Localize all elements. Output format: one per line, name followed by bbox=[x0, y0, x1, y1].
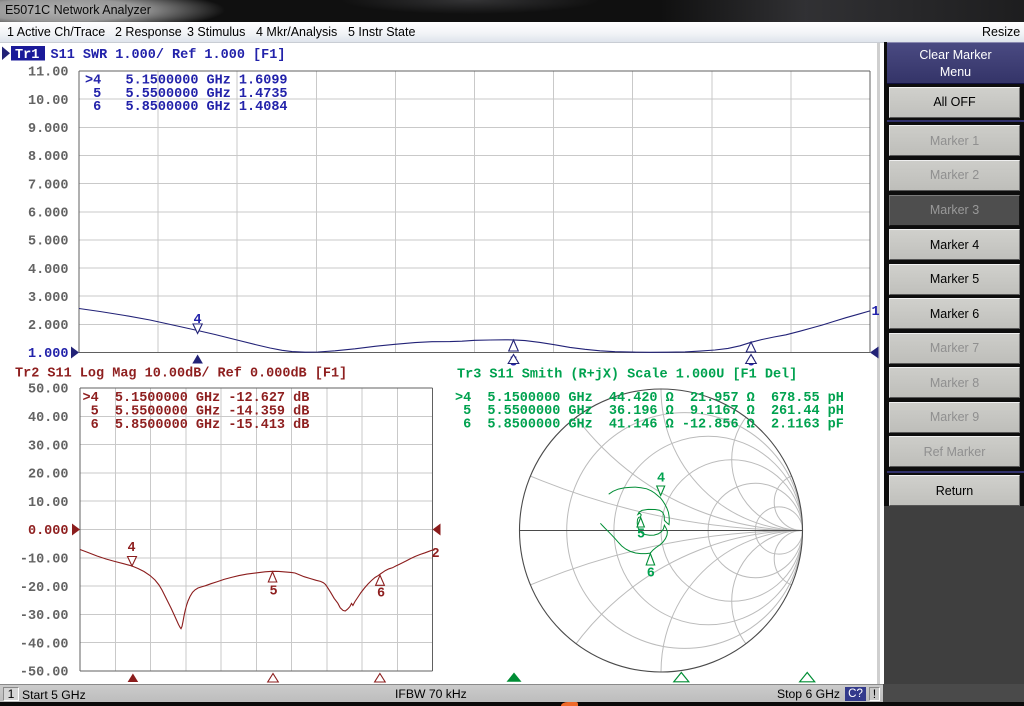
svg-text:5.000: 5.000 bbox=[28, 235, 69, 250]
svg-text:6: 6 bbox=[377, 587, 385, 602]
svg-text:4: 4 bbox=[128, 541, 136, 556]
svg-text:9.000: 9.000 bbox=[28, 122, 69, 137]
svg-text:6: 6 bbox=[647, 567, 655, 582]
svg-text:4: 4 bbox=[657, 472, 665, 487]
svg-text:4.000: 4.000 bbox=[28, 263, 69, 278]
svg-text:6.000: 6.000 bbox=[28, 206, 69, 221]
svg-text:6 5.8500000 GHz -15.413 dB: 6 5.8500000 GHz -15.413 dB bbox=[83, 418, 310, 433]
svg-text:Tr2 S11 Log Mag 10.00dB/ Ref 0: Tr2 S11 Log Mag 10.00dB/ Ref 0.000dB [F1… bbox=[15, 366, 347, 381]
svg-text:Tr1: Tr1 bbox=[15, 48, 39, 63]
svg-text:-10.00: -10.00 bbox=[20, 553, 69, 568]
svg-text:10.00: 10.00 bbox=[28, 496, 69, 511]
svg-text:3.000: 3.000 bbox=[28, 291, 69, 306]
svg-text:40.00: 40.00 bbox=[28, 411, 69, 426]
svg-text:-30.00: -30.00 bbox=[20, 609, 69, 624]
svg-text:Tr3 S11 Smith (R+jX) Scale 1.0: Tr3 S11 Smith (R+jX) Scale 1.000U [F1 De… bbox=[457, 367, 797, 382]
svg-text:7.000: 7.000 bbox=[28, 178, 69, 193]
svg-text:1: 1 bbox=[872, 305, 880, 320]
svg-text:2.000: 2.000 bbox=[28, 319, 69, 334]
svg-text:-50.00: -50.00 bbox=[20, 666, 69, 681]
svg-text:5: 5 bbox=[270, 585, 278, 600]
svg-text:6 5.8500000 GHz 1.4084: 6 5.8500000 GHz 1.4084 bbox=[85, 100, 288, 115]
svg-text:11.00: 11.00 bbox=[28, 66, 69, 81]
svg-text:10.00: 10.00 bbox=[28, 94, 69, 109]
svg-text:30.00: 30.00 bbox=[28, 439, 69, 454]
svg-text:-40.00: -40.00 bbox=[20, 637, 69, 652]
svg-text:S11 SWR 1.000/ Ref 1.000 [F1]: S11 SWR 1.000/ Ref 1.000 [F1] bbox=[51, 48, 286, 63]
svg-text:6 5.8500000 GHz 41.146 Ω -12: 6 5.8500000 GHz 41.146 Ω -12.856 Ω 2.116… bbox=[455, 418, 844, 433]
svg-text:1.000: 1.000 bbox=[28, 347, 69, 362]
svg-text:-20.00: -20.00 bbox=[20, 581, 69, 596]
svg-text:50.00: 50.00 bbox=[28, 383, 69, 398]
svg-text:20.00: 20.00 bbox=[28, 468, 69, 483]
svg-text:0.000: 0.000 bbox=[28, 524, 69, 539]
svg-text:2: 2 bbox=[432, 547, 440, 562]
svg-text:5: 5 bbox=[637, 528, 645, 543]
svg-text:8.000: 8.000 bbox=[28, 150, 69, 165]
